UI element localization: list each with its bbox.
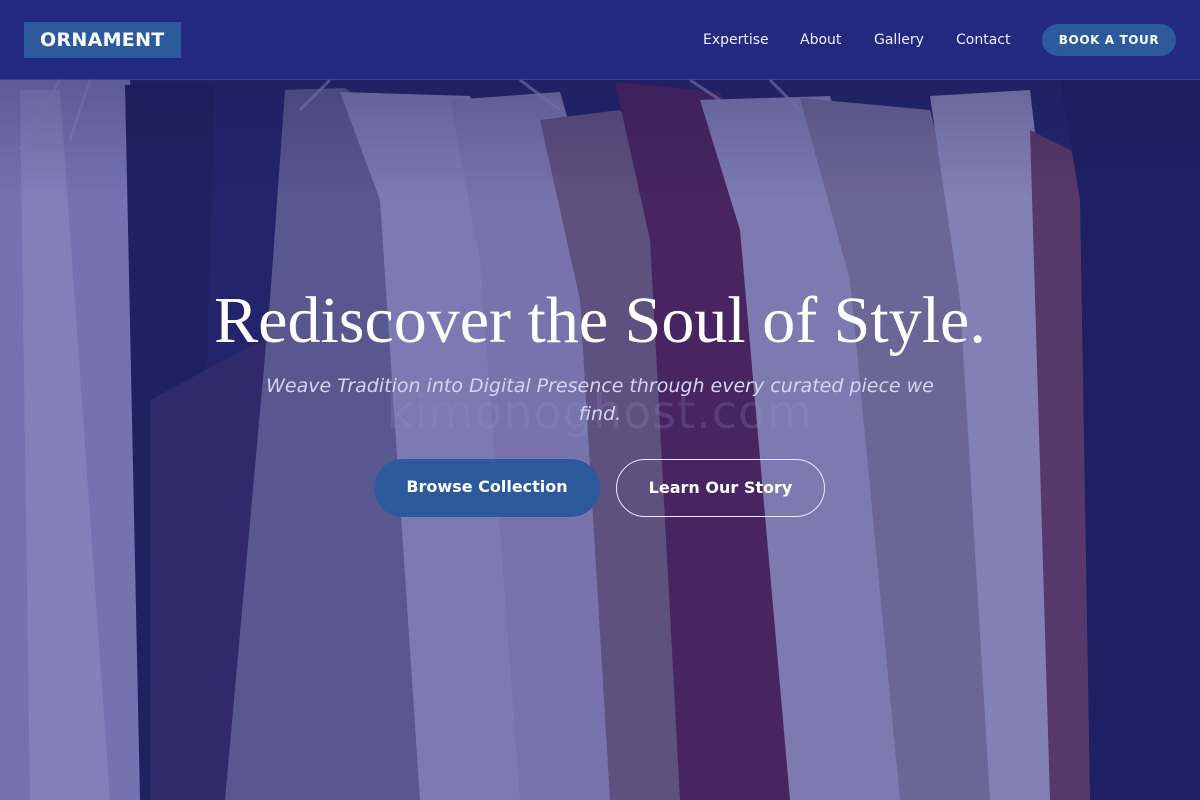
hero-title: Rediscover the Soul of Style. xyxy=(0,278,1200,363)
nav-link-gallery[interactable]: Gallery xyxy=(874,31,924,49)
browse-collection-button[interactable]: Browse Collection xyxy=(374,459,600,517)
nav-link-contact[interactable]: Contact xyxy=(956,31,1010,49)
hero-subtitle: Weave Tradition into Digital Presence th… xyxy=(266,375,934,425)
brand-logo[interactable]: ORNAMENT xyxy=(24,22,181,58)
learn-our-story-button[interactable]: Learn Our Story xyxy=(616,459,825,517)
book-a-tour-button[interactable]: BOOK A TOUR xyxy=(1042,24,1176,56)
hero-title-text: Rediscover the Soul of Style. xyxy=(214,284,986,357)
top-navbar: ORNAMENT Expertise About Gallery Contact… xyxy=(0,0,1200,80)
nav-link-expertise[interactable]: Expertise xyxy=(703,31,769,49)
nav-link-about[interactable]: About xyxy=(800,31,841,49)
